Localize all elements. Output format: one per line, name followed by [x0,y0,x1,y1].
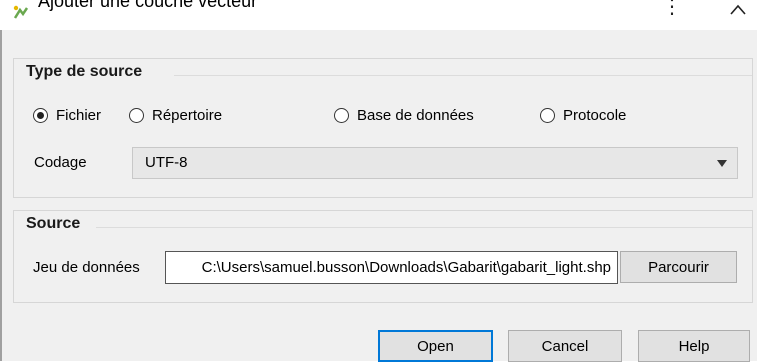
dataset-path-value: C:\Users\samuel.busson\Downloads\Gabarit… [201,259,611,276]
radio-unchecked-icon [540,108,555,123]
dataset-path-input[interactable]: C:\Users\samuel.busson\Downloads\Gabarit… [165,251,618,284]
source-group: Source Jeu de données C:\Users\samuel.bu… [13,210,753,303]
chevron-up-icon[interactable] [726,0,750,18]
group-separator [174,75,752,76]
encoding-select[interactable]: UTF-8 [132,147,738,179]
more-options-icon[interactable]: ⋮ [662,0,682,20]
source-title: Source [26,215,81,232]
open-button[interactable]: Open [378,330,493,362]
window-title: Ajouter une couche vecteur [38,0,258,11]
radio-unchecked-icon [334,108,349,123]
title-bar: Ajouter une couche vecteur ⋮ [0,0,757,30]
add-vector-layer-dialog: Ajouter une couche vecteur ⋮ Type de sou… [0,0,757,362]
radio-unchecked-icon [129,108,144,123]
encoding-value: UTF-8 [145,154,188,171]
browse-button[interactable]: Parcourir [620,251,737,283]
radio-protocole-label: Protocole [563,107,627,124]
radio-base-de-donnees[interactable]: Base de données [334,107,474,124]
window-left-border [0,30,2,361]
encoding-label: Codage [34,154,87,171]
radio-base-de-donnees-label: Base de données [357,107,474,124]
help-button[interactable]: Help [638,330,750,362]
dataset-label: Jeu de données [33,259,140,276]
group-separator [96,227,752,228]
radio-fichier-label: Fichier [56,107,102,124]
cancel-button[interactable]: Cancel [508,330,622,362]
radio-protocole[interactable]: Protocole [540,107,626,124]
radio-fichier[interactable]: Fichier [33,107,101,124]
radio-checked-icon [33,108,48,123]
source-type-group: Type de source Fichier Répertoire Base d… [13,58,753,198]
qgis-app-icon [13,5,29,19]
dropdown-arrow-icon [717,160,727,167]
radio-repertoire[interactable]: Répertoire [129,107,222,124]
source-type-title: Type de source [26,63,143,80]
radio-repertoire-label: Répertoire [152,107,223,124]
